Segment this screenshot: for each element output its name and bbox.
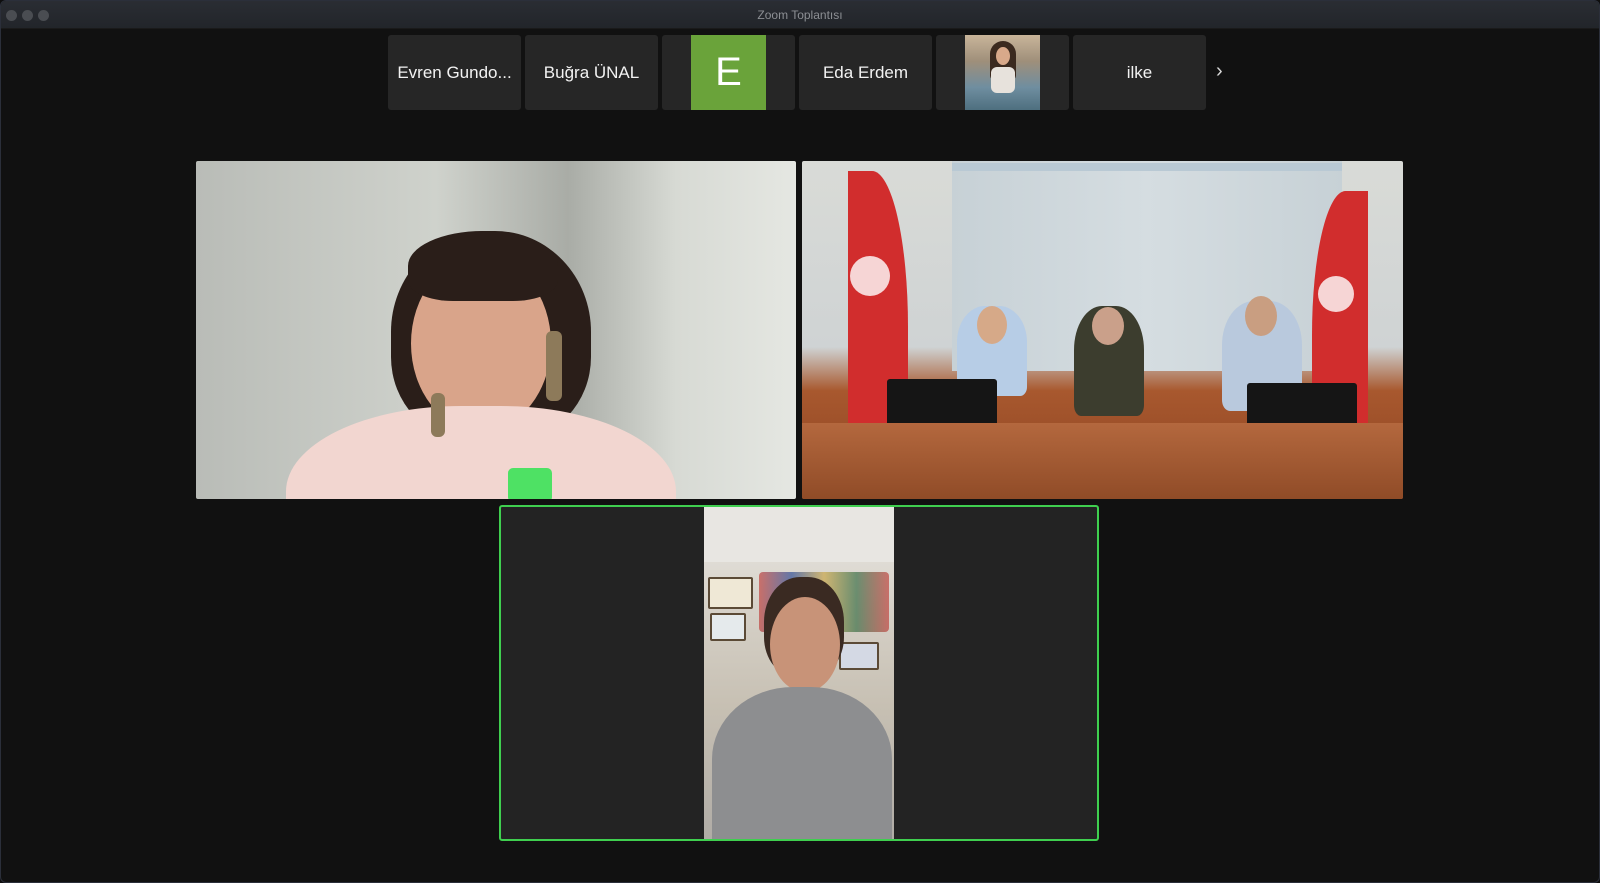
participant-avatar-photo — [965, 35, 1040, 110]
participant-tile[interactable] — [936, 35, 1069, 110]
participant-avatar-letter: E — [691, 35, 766, 110]
chevron-right-icon[interactable]: › — [1216, 60, 1223, 83]
participant-tile[interactable]: Eda Erdem — [799, 35, 932, 110]
zoom-window: Zoom Toplantısı Evren Gundo... Buğra ÜNA… — [0, 0, 1600, 883]
participant-name: ilke — [1126, 62, 1153, 82]
title-bar: Zoom Toplantısı — [1, 1, 1599, 29]
participant-name: Evren Gundo... — [397, 62, 512, 82]
speaker-video-feed — [704, 507, 894, 839]
window-title: Zoom Toplantısı — [757, 8, 843, 22]
participant-tile[interactable]: E — [662, 35, 795, 110]
participant-name: Buğra ÜNAL — [543, 62, 640, 82]
participant-tile[interactable]: ilke — [1073, 35, 1206, 110]
active-speaker-video-tile[interactable] — [499, 505, 1099, 841]
video-tile[interactable] — [802, 161, 1403, 499]
participant-name: Eda Erdem — [822, 62, 909, 82]
participant-tile[interactable]: Buğra ÜNAL — [525, 35, 658, 110]
video-tile[interactable] — [196, 161, 796, 499]
participant-tile[interactable]: Evren Gundo... — [388, 35, 521, 110]
